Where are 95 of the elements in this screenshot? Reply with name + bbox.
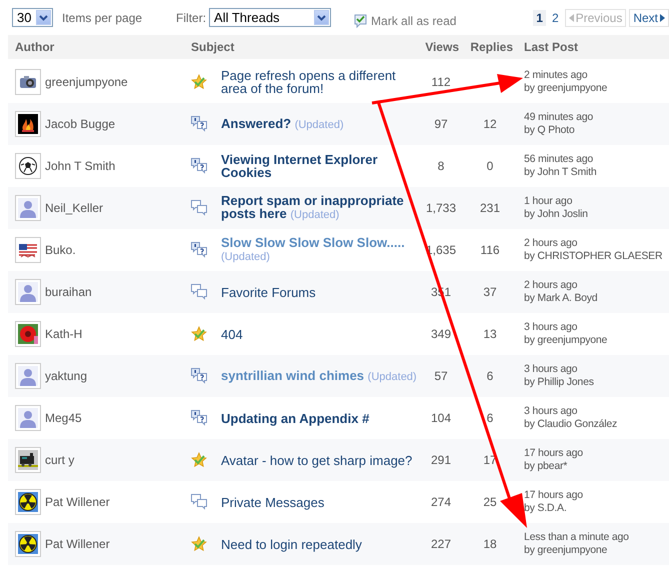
thread-title-link[interactable]: Need to login repeatedly	[221, 538, 419, 550]
author-name[interactable]: greenjumpyone	[45, 75, 128, 89]
views-count: 1,733	[424, 201, 458, 215]
last-post-author: by S.D.A.	[524, 502, 568, 515]
page-link[interactable]: 2	[548, 10, 562, 26]
author-name[interactable]: John T Smith	[45, 159, 116, 173]
views-count: 97	[433, 117, 449, 131]
page-link[interactable]: 1	[533, 10, 546, 26]
replies-count: 37	[482, 285, 498, 299]
last-post-author: by Q Photo	[524, 124, 576, 137]
column-header: Author	[15, 40, 56, 54]
author-name[interactable]: curt y	[45, 453, 74, 467]
last-post-author: by greenjumpyone	[524, 334, 608, 347]
thread-title-link[interactable]: Report spam or inappropriate posts here (Updated)	[221, 194, 419, 222]
last-post-author: by Mark A. Boyd	[524, 292, 598, 305]
views-count: 8	[436, 159, 446, 173]
items-per-page-label: Items per page	[62, 10, 142, 24]
thread-title-link[interactable]: Answered? (Updated)	[221, 116, 419, 132]
star-check-icon	[191, 452, 207, 468]
replies-count: 25	[482, 495, 498, 509]
last-post-author: by greenjumpyone	[524, 544, 608, 557]
replies-count: 6	[486, 411, 494, 425]
replies-count: 18	[482, 537, 498, 551]
star-check-icon	[191, 326, 207, 342]
last-post-author: by John T Smith	[524, 166, 598, 179]
last-post-author: by Phillip Jones	[524, 376, 595, 389]
thread-title-link[interactable]: Favorite Forums	[221, 286, 419, 298]
speech-bubbles-icon	[191, 200, 207, 216]
replies-count: 6	[486, 369, 494, 383]
last-post-time: 17 hours ago	[524, 489, 584, 502]
last-post-time: 17 hours ago	[524, 447, 584, 460]
question-bubbles-icon	[191, 158, 207, 174]
author-name[interactable]: Pat Willener	[45, 537, 110, 551]
mark-all-read-button[interactable]: Mark all as read	[354, 14, 456, 28]
next-button[interactable]: Next	[629, 8, 669, 26]
page-size-select[interactable]: 30	[12, 8, 53, 27]
thread-title-link[interactable]: 404	[221, 328, 419, 340]
last-post-author: by pbear*	[524, 460, 568, 473]
column-header: Views	[424, 40, 460, 54]
author-name[interactable]: Neil_Keller	[45, 201, 104, 215]
thread-title-link[interactable]: Private Messages	[221, 496, 419, 508]
filter-label: Filter:	[176, 10, 206, 24]
column-header: Subject	[191, 40, 236, 54]
author-name[interactable]: buraihan	[45, 285, 92, 299]
last-post-time: 49 minutes ago	[524, 111, 594, 124]
speech-bubbles-icon	[191, 284, 207, 300]
last-post-time: 2 hours ago	[524, 279, 578, 292]
replies-count: 13	[482, 327, 498, 341]
column-header: Replies	[469, 40, 514, 54]
star-check-icon	[191, 536, 207, 552]
column-header: Last Post	[523, 40, 580, 54]
views-count: 274	[430, 495, 452, 509]
thread-title-link[interactable]: Avatar - how to get sharp image?	[221, 454, 419, 466]
last-post-time: 2 hours ago	[524, 237, 578, 250]
right-triangle-icon	[660, 14, 665, 22]
last-post-time: 3 hours ago	[524, 321, 578, 334]
views-count: 291	[430, 453, 452, 467]
author-name[interactable]: Jacob Bugge	[45, 117, 116, 131]
author-name[interactable]: Kath-H	[45, 327, 82, 341]
star-check-icon	[191, 74, 207, 90]
last-post-time: 1 hour ago	[524, 195, 574, 208]
thread-title-link[interactable]: Slow Slow Slow Slow Slow..... (Updated)	[221, 236, 419, 264]
views-count: 349	[430, 327, 452, 341]
views-count: 104	[430, 411, 452, 425]
thread-title-link[interactable]: Page refresh opens a different area of the forum!	[221, 69, 419, 95]
question-bubbles-icon	[191, 410, 207, 426]
author-name[interactable]: yaktung	[45, 369, 88, 383]
replies-count: 0	[486, 159, 494, 173]
last-post-author: by CHRISTOPHER GLAESER	[524, 250, 664, 263]
author-name[interactable]: Meg45	[45, 411, 82, 425]
last-post-time: 3 hours ago	[524, 405, 578, 418]
author-name[interactable]: Pat Willener	[45, 495, 110, 509]
filter-select[interactable]: All Threads	[209, 8, 332, 27]
views-count: 112	[430, 75, 452, 89]
checked-bubble-icon	[354, 14, 368, 28]
last-post-author: by greenjumpyone	[524, 82, 608, 95]
last-post-time: Less than a minute ago	[524, 531, 630, 544]
replies-count: 12	[482, 117, 498, 131]
question-bubbles-icon	[191, 368, 207, 384]
views-count: 227	[430, 537, 452, 551]
author-name[interactable]: Buko.	[45, 243, 76, 257]
last-post-time: 2 minutes ago	[524, 69, 588, 82]
replies-count: 116	[479, 243, 501, 257]
thread-title-link[interactable]: Updating an Appendix #	[221, 412, 419, 424]
speech-bubbles-icon	[191, 494, 207, 510]
last-post-author: by John Joslin	[524, 208, 589, 221]
question-bubbles-icon	[191, 242, 207, 258]
left-triangle-icon	[568, 14, 574, 22]
last-post-time: 56 minutes ago	[524, 153, 594, 166]
views-count: 57	[433, 369, 449, 383]
replies-count: 231	[478, 201, 502, 215]
last-post-author: by Claudio González	[524, 418, 618, 431]
last-post-time: 3 hours ago	[524, 363, 578, 376]
question-bubbles-icon	[191, 116, 207, 132]
thread-title-link[interactable]: Viewing Internet Explorer Cookies	[221, 153, 419, 179]
